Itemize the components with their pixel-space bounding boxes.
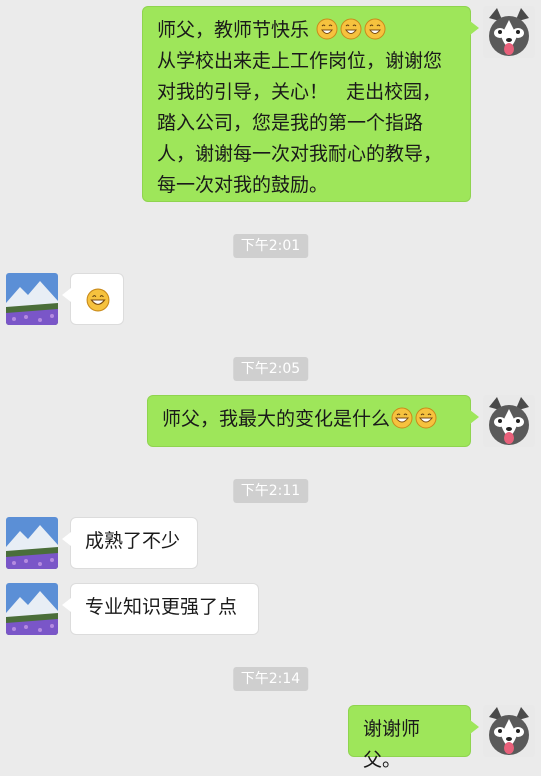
timestamp-badge: 下午2:11 — [232, 479, 309, 503]
message-bubble-received[interactable]: 成熟了不少 — [62, 517, 198, 569]
contact-avatar[interactable] — [6, 583, 58, 635]
husky-dog-avatar-icon — [483, 395, 535, 447]
message-bubble-received[interactable] — [62, 273, 124, 325]
grinning-face-emoji-icon — [364, 18, 386, 40]
timestamp-badge: 下午2:14 — [232, 667, 309, 691]
timestamp-badge: 下午2:01 — [232, 234, 309, 258]
grinning-face-emoji-icon — [391, 407, 413, 429]
message-first-line: 师父，教师节快乐 — [157, 15, 456, 46]
my-avatar[interactable] — [483, 395, 535, 447]
message-line: 踏入公司，您是我的第一个指路 — [157, 112, 424, 134]
my-avatar[interactable] — [483, 705, 535, 757]
message-text: 谢谢师父。 — [363, 718, 421, 771]
message-bubble-received[interactable]: 专业知识更强了点 — [62, 583, 259, 635]
message-bubble-sent[interactable]: 师父，我最大的变化是什么 — [147, 395, 479, 447]
husky-dog-avatar-icon — [483, 705, 535, 757]
husky-dog-avatar-icon — [483, 6, 535, 58]
contact-avatar[interactable] — [6, 517, 58, 569]
grinning-face-emoji-icon — [86, 288, 110, 312]
grinning-face-emoji-icon — [316, 18, 338, 40]
message-line: 从学校出来走上工作岗位，谢谢您 — [157, 50, 443, 72]
grinning-face-emoji-icon — [340, 18, 362, 40]
grinning-face-emoji-icon — [415, 407, 437, 429]
message-bubble-sent[interactable]: 师父，教师节快乐 从学校出来走上工作岗位，谢谢您 对我的引导，关心！ 走出校园，… — [142, 6, 479, 202]
mountain-landscape-avatar-icon — [6, 273, 58, 325]
my-avatar[interactable] — [483, 6, 535, 58]
mountain-landscape-avatar-icon — [6, 517, 58, 569]
contact-avatar[interactable] — [6, 273, 58, 325]
message-text: 专业知识更强了点 — [85, 596, 238, 618]
timestamp-badge: 下午2:05 — [232, 357, 309, 381]
message-line: 人，谢谢每一次对我耐心的教导， — [157, 143, 443, 165]
message-text: 师父，我最大的变化是什么 — [162, 408, 391, 430]
message-text: 成熟了不少 — [85, 530, 181, 552]
mountain-landscape-avatar-icon — [6, 583, 58, 635]
message-line: 每一次对我的鼓励。 — [157, 174, 329, 196]
message-line: 对我的引导，关心！ 走出校园， — [157, 81, 442, 103]
message-bubble-sent[interactable]: 谢谢师父。 — [348, 705, 479, 771]
